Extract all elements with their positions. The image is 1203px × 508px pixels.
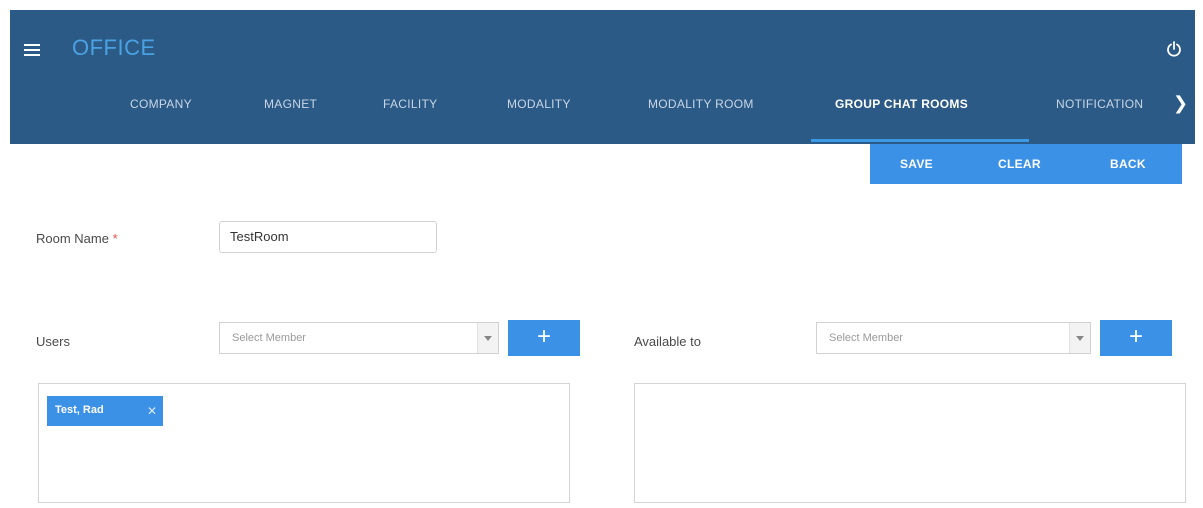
available-to-box xyxy=(634,383,1186,503)
tab-notification[interactable]: NOTIFICATION xyxy=(1056,97,1143,111)
room-name-label-text: Room Name xyxy=(36,231,109,246)
dropdown-arrow-icon[interactable] xyxy=(1069,323,1090,353)
save-button[interactable]: SAVE xyxy=(900,157,933,171)
room-name-input[interactable]: TestRoom xyxy=(219,221,437,253)
action-bar: SAVE CLEAR BACK xyxy=(870,144,1182,184)
users-select[interactable]: Select Member xyxy=(219,322,499,354)
menu-icon[interactable] xyxy=(24,44,40,56)
add-available-button[interactable]: + xyxy=(1100,320,1172,356)
required-mark: * xyxy=(112,231,118,246)
available-to-label: Available to xyxy=(634,334,701,349)
tab-modality-room[interactable]: MODALITY ROOM xyxy=(648,97,754,111)
user-chip-label: Test, Rad xyxy=(55,404,104,416)
tab-group-chat-rooms[interactable]: GROUP CHAT ROOMS xyxy=(835,97,968,111)
tab-magnet[interactable]: MAGNET xyxy=(264,97,317,111)
room-name-label: Room Name * xyxy=(36,231,118,246)
back-button[interactable]: BACK xyxy=(1110,157,1146,171)
tab-modality[interactable]: MODALITY xyxy=(507,97,571,111)
tab-facility[interactable]: FACILITY xyxy=(383,97,437,111)
chevron-right-icon[interactable]: ❯ xyxy=(1173,93,1188,114)
dropdown-arrow-icon[interactable] xyxy=(477,323,498,353)
remove-icon[interactable]: ✕ xyxy=(147,404,157,418)
users-label: Users xyxy=(36,334,70,349)
available-select-placeholder: Select Member xyxy=(829,332,903,344)
users-select-placeholder: Select Member xyxy=(232,332,306,344)
tab-bar: COMPANY MAGNET FACILITY MODALITY MODALIT… xyxy=(10,85,1195,144)
app-header: OFFICE COMPANY MAGNET FACILITY MODALITY … xyxy=(10,10,1195,144)
user-chip[interactable]: Test, Rad ✕ xyxy=(47,396,163,426)
power-icon[interactable] xyxy=(1166,41,1182,57)
tab-company[interactable]: COMPANY xyxy=(130,97,192,111)
app-brand: OFFICE xyxy=(72,35,156,60)
clear-button[interactable]: CLEAR xyxy=(998,157,1041,171)
available-to-select[interactable]: Select Member xyxy=(816,322,1091,354)
active-tab-indicator xyxy=(811,139,1029,142)
add-user-button[interactable]: + xyxy=(508,320,580,356)
selected-users-box: Test, Rad ✕ xyxy=(38,383,570,503)
